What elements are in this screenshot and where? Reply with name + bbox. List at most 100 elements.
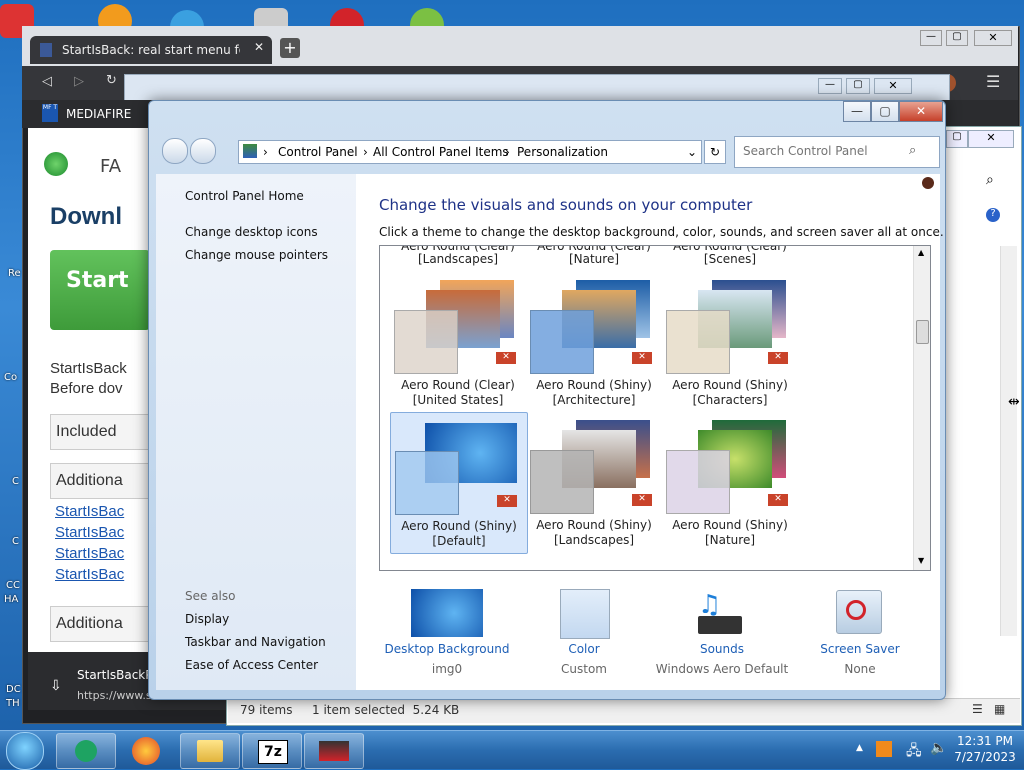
close-button[interactable]: ✕: [899, 101, 943, 122]
see-also-heading: See also: [185, 589, 236, 603]
browser-tab[interactable]: StartIsBack: real start menu for Wi ✕: [30, 36, 272, 64]
included-box[interactable]: Included: [50, 414, 150, 450]
second-maximize-button[interactable]: ▢: [846, 78, 870, 94]
forward-button[interactable]: [190, 138, 216, 164]
breadcrumb-all-items[interactable]: All Control Panel Items: [373, 145, 509, 159]
theme-list[interactable]: Aero Round (Clear) [Landscapes] Aero Rou…: [379, 245, 931, 571]
color-item[interactable]: Color Custom: [534, 642, 634, 676]
taskbar-app-red[interactable]: [304, 733, 364, 769]
taskbar-7zip[interactable]: 7z: [242, 733, 302, 769]
tray-expand-icon[interactable]: ▲: [856, 743, 863, 753]
search-input[interactable]: [741, 143, 905, 159]
desktop-background-icon[interactable]: [411, 589, 483, 637]
color-swatch-icon[interactable]: [560, 589, 610, 639]
theme-list-scrollbar[interactable]: ▲ ▼: [913, 246, 930, 570]
theme-close-icon: ✕: [768, 494, 788, 506]
theme-name: Aero Round (Shiny): [401, 519, 517, 533]
theme-sub: [Characters]: [692, 393, 768, 407]
no-entry-icon: [846, 600, 866, 620]
explorer-search-icon[interactable]: ⌕: [986, 172, 994, 188]
screen-saver-item[interactable]: Screen Saver None: [812, 642, 908, 676]
scroll-down-icon[interactable]: ▼: [918, 556, 924, 565]
minimize-button[interactable]: —: [843, 101, 871, 122]
start-button[interactable]: [6, 732, 44, 770]
desktop-label: C: [12, 536, 19, 547]
desktop-label: HA: [4, 594, 19, 605]
explorer-maximize-button[interactable]: ▢: [946, 130, 968, 148]
download-link[interactable]: StartIsBac: [55, 524, 124, 541]
site-logo-icon: [44, 152, 68, 176]
desktop-background-item[interactable]: Desktop Background img0: [380, 642, 514, 676]
back-icon[interactable]: ◁: [42, 74, 52, 89]
clock[interactable]: 12:31 PM 7/27/2023: [950, 734, 1020, 764]
explorer-statusbar: 79 items 1 item selected 5.24 KB ☰ ▦: [228, 698, 1020, 723]
theme-name: Aero Round (Shiny): [536, 518, 652, 532]
refresh-button[interactable]: ↻: [704, 140, 726, 164]
control-panel-home-link[interactable]: Control Panel Home: [185, 189, 304, 203]
browser-minimize-button[interactable]: —: [920, 30, 942, 46]
search-box[interactable]: ⌕: [734, 136, 940, 168]
theme-item[interactable]: ✕ Aero Round (Clear) [United States]: [390, 274, 526, 414]
scroll-thumb[interactable]: [916, 320, 929, 344]
theme-item[interactable]: ✕ Aero Round (Shiny) [Nature]: [662, 412, 798, 552]
second-close-button[interactable]: ✕: [874, 78, 912, 94]
download-link[interactable]: StartIsBac: [55, 566, 124, 583]
change-desktop-icons-link[interactable]: Change desktop icons: [185, 225, 318, 239]
theme-close-icon: ✕: [632, 352, 652, 364]
breadcrumb-control-panel[interactable]: Control Panel: [278, 145, 358, 159]
download-file-icon: ⇩: [50, 678, 62, 694]
additional-box[interactable]: Additiona: [50, 463, 150, 499]
theme-item-selected[interactable]: ✕ Aero Round (Shiny) [Default]: [390, 412, 528, 554]
theme-sub: [Architecture]: [552, 393, 636, 407]
taskbar-app-sheets[interactable]: [56, 733, 116, 769]
tab-title: StartIsBack: real start menu for Wi: [62, 43, 240, 57]
taskbar-explorer[interactable]: [180, 733, 240, 769]
taskbar-navigation-link[interactable]: Taskbar and Navigation: [185, 635, 326, 649]
start-download-button[interactable]: Start: [50, 250, 150, 330]
explorer-close-button[interactable]: ✕: [968, 130, 1014, 148]
volume-icon[interactable]: 🔈: [930, 740, 947, 756]
browser-close-button[interactable]: ✕: [974, 30, 1012, 46]
theme-close-icon: ✕: [496, 352, 516, 364]
breadcrumb-personalization[interactable]: Personalization: [517, 145, 608, 159]
theme-item[interactable]: ✕ Aero Round (Shiny) [Characters]: [662, 274, 798, 414]
additional-box[interactable]: Additiona: [50, 606, 150, 642]
forward-icon[interactable]: ▷: [74, 74, 84, 89]
breadcrumb-sep-icon: ›: [363, 145, 368, 159]
page-subheading: Click a theme to change the desktop back…: [379, 225, 944, 239]
folder-icon: [197, 740, 223, 762]
reload-icon[interactable]: ↻: [106, 73, 117, 88]
theme-item[interactable]: ✕ Aero Round (Shiny) [Landscapes]: [526, 412, 662, 552]
bookmark-mediafire[interactable]: MEDIAFIRE: [66, 107, 131, 121]
address-dropdown-icon[interactable]: ⌄: [687, 145, 697, 159]
taskbar: 7z ▲ 🖧 🔈 12:31 PM 7/27/2023: [0, 730, 1024, 770]
network-icon[interactable]: 🖧: [906, 740, 922, 764]
display-link[interactable]: Display: [185, 612, 229, 626]
browser-maximize-button[interactable]: ▢: [946, 30, 968, 46]
download-link[interactable]: StartIsBac: [55, 503, 124, 520]
change-mouse-pointers-link[interactable]: Change mouse pointers: [185, 248, 328, 262]
scroll-up-icon[interactable]: ▲: [918, 248, 924, 257]
sounds-item[interactable]: Sounds Windows Aero Default: [652, 642, 792, 676]
tab-close-icon[interactable]: ✕: [254, 40, 264, 54]
second-minimize-button[interactable]: —: [818, 78, 842, 94]
control-panel-icon: [243, 144, 257, 158]
desktop-label: Co: [4, 372, 18, 383]
tiles-view-icon[interactable]: ▦: [994, 702, 1005, 716]
new-tab-button[interactable]: +: [280, 38, 300, 58]
maximize-button[interactable]: ▢: [871, 101, 899, 122]
sevenzip-icon: 7z: [258, 740, 288, 764]
ease-of-access-link[interactable]: Ease of Access Center: [185, 658, 318, 672]
search-icon[interactable]: ⌕: [909, 143, 916, 158]
tray-app-icon[interactable]: [876, 741, 892, 757]
download-link[interactable]: StartIsBac: [55, 545, 124, 562]
explorer-scrollbar[interactable]: [1000, 246, 1017, 636]
address-bar[interactable]: › Control Panel › All Control Panel Item…: [238, 140, 702, 164]
explorer-help-icon[interactable]: ?: [986, 208, 1000, 222]
details-view-icon[interactable]: ☰: [972, 702, 983, 716]
theme-sub: [Nature]: [704, 533, 756, 547]
theme-item[interactable]: ✕ Aero Round (Shiny) [Architecture]: [526, 274, 662, 414]
back-button[interactable]: [162, 138, 188, 164]
browser-menu-icon[interactable]: ☰: [986, 72, 1000, 91]
taskbar-firefox-icon[interactable]: [132, 737, 160, 765]
